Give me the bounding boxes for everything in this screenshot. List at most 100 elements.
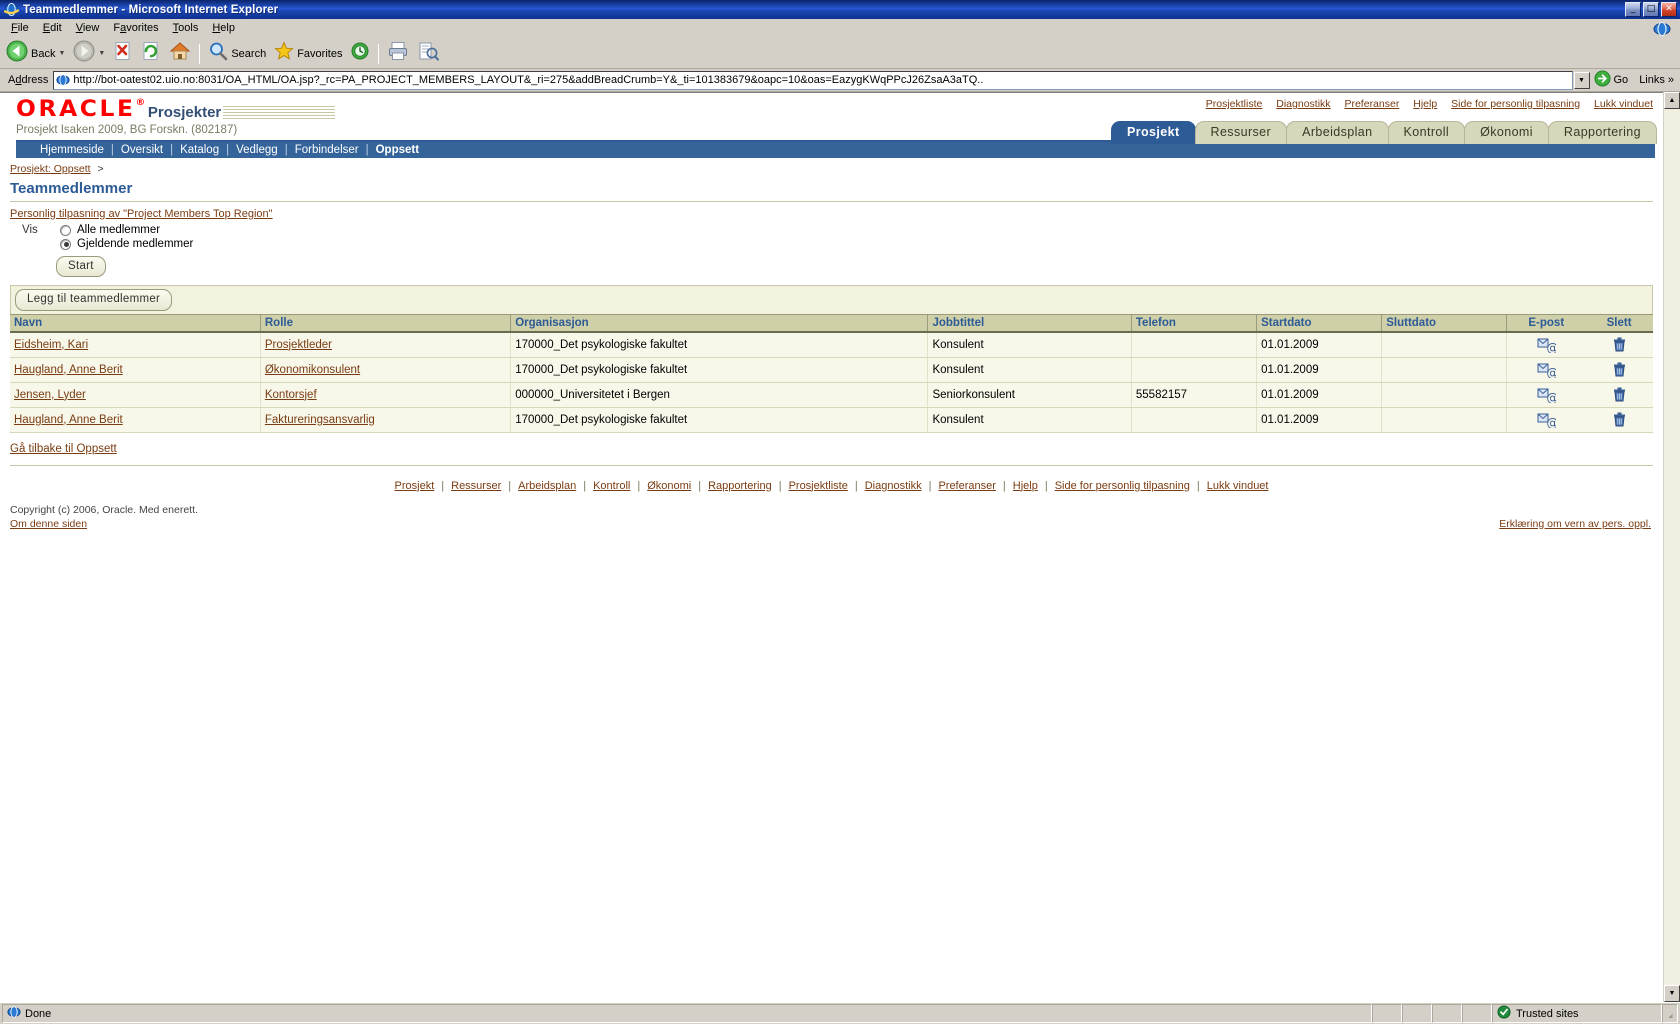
column-header-navn[interactable]: Navn xyxy=(10,313,261,333)
minimize-button[interactable]: _ xyxy=(1625,2,1641,17)
breadcrumb-link-prosjekt-oppsett[interactable]: Prosjekt: Oppsett xyxy=(10,163,91,175)
subnav-item-vedlegg[interactable]: Vedlegg xyxy=(236,144,278,156)
go-button[interactable]: Go xyxy=(1590,70,1636,90)
member-name-link[interactable]: Haugland, Anne Berit xyxy=(14,364,123,376)
add-team-members-button[interactable]: Legg til teammedlemmer xyxy=(15,289,173,311)
member-role-link[interactable]: Kontorsjef xyxy=(265,389,317,401)
address-dropdown-icon[interactable]: ▼ xyxy=(1573,71,1590,89)
links-button[interactable]: Links » xyxy=(1635,74,1678,86)
personalize-link[interactable]: Personlig tilpasning av "Project Members… xyxy=(10,208,273,220)
cell-slett[interactable] xyxy=(1585,382,1653,408)
footer-link-okonomi[interactable]: Økonomi xyxy=(647,480,691,492)
menu-item-view[interactable]: View xyxy=(69,21,107,36)
refresh-button[interactable] xyxy=(137,41,165,67)
footer-link-hjelp[interactable]: Hjelp xyxy=(1013,480,1038,492)
cell-epost[interactable]: @ xyxy=(1506,331,1586,358)
edit-page-button[interactable] xyxy=(413,41,443,67)
column-header-sluttdato[interactable]: Sluttdato xyxy=(1381,313,1508,333)
cell-epost[interactable]: @ xyxy=(1506,407,1586,433)
footer-link-personlig-tilpasning[interactable]: Side for personlig tilpasning xyxy=(1055,480,1190,492)
trash-icon[interactable] xyxy=(1613,362,1626,377)
maximize-button[interactable]: □ xyxy=(1643,2,1659,17)
tab-prosjekt[interactable]: Prosjekt xyxy=(1110,121,1196,144)
about-page-link[interactable]: Om denne siden xyxy=(10,518,87,530)
scroll-down-arrow-icon[interactable]: ▼ xyxy=(1664,985,1680,1002)
back-to-setup-link[interactable]: Gå tilbake til Oppsett xyxy=(10,443,117,455)
stop-button[interactable] xyxy=(109,41,137,67)
back-dropdown-icon[interactable]: ▼ xyxy=(58,50,65,57)
global-link-diagnostikk[interactable]: Diagnostikk xyxy=(1276,98,1330,110)
print-button[interactable] xyxy=(383,41,413,67)
column-header-rolle[interactable]: Rolle xyxy=(260,313,512,333)
member-name-link[interactable]: Jensen, Lyder xyxy=(14,389,86,401)
resize-grip-icon[interactable] xyxy=(1662,1004,1678,1023)
footer-link-kontroll[interactable]: Kontroll xyxy=(593,480,630,492)
home-button[interactable] xyxy=(165,41,195,67)
footer-link-rapportering[interactable]: Rapportering xyxy=(708,480,772,492)
subnav-item-forbindelser[interactable]: Forbindelser xyxy=(295,144,359,156)
cell-slett[interactable] xyxy=(1585,357,1653,383)
menu-item-favorites[interactable]: Favorites xyxy=(106,21,165,36)
global-link-lukk-vinduet[interactable]: Lukk vinduet xyxy=(1594,98,1653,110)
member-name-link[interactable]: Eidsheim, Kari xyxy=(14,339,88,351)
tab-okonomi[interactable]: Økonomi xyxy=(1464,121,1549,144)
cell-epost[interactable]: @ xyxy=(1506,382,1586,408)
footer-link-prosjektliste[interactable]: Prosjektliste xyxy=(789,480,848,492)
history-button[interactable] xyxy=(346,41,374,67)
trash-icon[interactable] xyxy=(1613,387,1626,402)
vertical-scrollbar[interactable]: ▲ ▼ xyxy=(1663,92,1680,1002)
cell-slett[interactable] xyxy=(1585,407,1653,433)
footer-link-ressurser[interactable]: Ressurser xyxy=(451,480,501,492)
privacy-statement-link[interactable]: Erklæring om vern av pers. oppl. xyxy=(1499,518,1651,530)
member-name-link[interactable]: Haugland, Anne Berit xyxy=(14,414,123,426)
menu-item-edit[interactable]: Edit xyxy=(36,21,69,36)
security-zone-cell[interactable]: Trusted sites xyxy=(1492,1004,1662,1023)
footer-link-prosjekt[interactable]: Prosjekt xyxy=(395,480,435,492)
forward-button[interactable]: ▼ xyxy=(69,40,109,67)
menu-item-tools[interactable]: Tools xyxy=(166,21,206,36)
member-role-link[interactable]: Prosjektleder xyxy=(265,339,332,351)
mail-icon[interactable]: @ xyxy=(1536,387,1559,405)
footer-link-arbeidsplan[interactable]: Arbeidsplan xyxy=(518,480,576,492)
mail-icon[interactable]: @ xyxy=(1536,362,1559,380)
global-link-hjelp[interactable]: Hjelp xyxy=(1413,98,1437,110)
search-button[interactable]: Search xyxy=(204,41,270,67)
subnav-item-oversikt[interactable]: Oversikt xyxy=(121,144,163,156)
cell-epost[interactable]: @ xyxy=(1506,357,1586,383)
member-role-link[interactable]: Økonomikonsulent xyxy=(265,364,360,376)
subnav-item-hjemmeside[interactable]: Hjemmeside xyxy=(40,144,104,156)
global-link-prosjektliste[interactable]: Prosjektliste xyxy=(1206,98,1263,110)
trash-icon[interactable] xyxy=(1613,412,1626,427)
footer-link-diagnostikk[interactable]: Diagnostikk xyxy=(865,480,922,492)
tab-ressurser[interactable]: Ressurser xyxy=(1194,121,1288,144)
radio-option-alle-medlemmer[interactable]: Alle medlemmer xyxy=(60,224,160,236)
column-header-organisasjon[interactable]: Organisasjon xyxy=(510,313,929,333)
footer-link-lukk-vinduet[interactable]: Lukk vinduet xyxy=(1207,480,1269,492)
cell-slett[interactable] xyxy=(1585,331,1653,358)
tab-arbeidsplan[interactable]: Arbeidsplan xyxy=(1286,121,1389,144)
global-link-personlig-tilpasning[interactable]: Side for personlig tilpasning xyxy=(1451,98,1580,110)
menu-item-file[interactable]: File xyxy=(4,21,36,36)
column-header-startdato[interactable]: Startdato xyxy=(1256,313,1383,333)
back-button[interactable]: Back ▼ xyxy=(2,40,69,67)
trash-icon[interactable] xyxy=(1613,337,1626,352)
subnav-item-katalog[interactable]: Katalog xyxy=(180,144,219,156)
mail-icon[interactable]: @ xyxy=(1536,412,1559,430)
scroll-up-arrow-icon[interactable]: ▲ xyxy=(1664,92,1680,109)
radio-gjeldende-medlemmer-icon[interactable] xyxy=(60,238,71,250)
menu-item-help[interactable]: Help xyxy=(205,21,242,36)
radio-alle-medlemmer-icon[interactable] xyxy=(60,224,71,236)
scrollbar-track[interactable] xyxy=(1664,109,1680,985)
favorites-button[interactable]: Favorites xyxy=(270,41,346,67)
subnav-item-oppsett[interactable]: Oppsett xyxy=(376,144,419,156)
radio-option-gjeldende-medlemmer[interactable]: Gjeldende medlemmer xyxy=(60,238,193,250)
tab-kontroll[interactable]: Kontroll xyxy=(1387,121,1466,144)
mail-icon[interactable]: @ xyxy=(1536,337,1559,355)
footer-link-preferanser[interactable]: Preferanser xyxy=(938,480,995,492)
member-role-link[interactable]: Faktureringsansvarlig xyxy=(265,414,375,426)
forward-dropdown-icon[interactable]: ▼ xyxy=(98,50,105,57)
tab-rapportering[interactable]: Rapportering xyxy=(1547,121,1657,144)
column-header-telefon[interactable]: Telefon xyxy=(1131,313,1258,333)
start-button[interactable]: Start xyxy=(56,256,106,278)
global-link-preferanser[interactable]: Preferanser xyxy=(1344,98,1399,110)
